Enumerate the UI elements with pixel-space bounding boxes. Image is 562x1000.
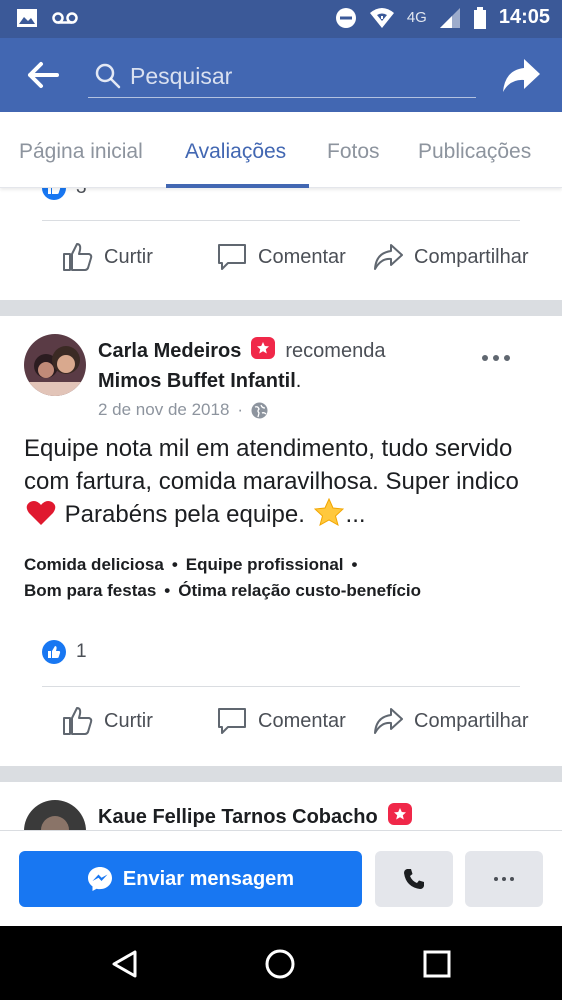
like-reaction-icon <box>42 640 66 664</box>
call-button[interactable] <box>375 851 453 907</box>
post-meta: 2 de nov de 2018 · <box>98 400 268 420</box>
share-button[interactable]: Compartilhar <box>372 706 528 736</box>
tab-home[interactable]: Página inicial <box>19 140 143 164</box>
review-header: Carla Medeiros recomenda <box>98 336 386 363</box>
avatar[interactable] <box>24 334 86 396</box>
review-text: Equipe nota mil em atendimento, tudo ser… <box>24 432 534 531</box>
tag-separator: • <box>171 555 178 574</box>
recommend-badge-icon <box>387 802 412 825</box>
comment-button[interactable]: Comentar <box>216 242 346 272</box>
globe-icon <box>251 402 268 418</box>
send-message-button[interactable]: Enviar mensagem <box>19 851 362 907</box>
like-button[interactable]: Curtir <box>62 706 153 736</box>
comment-button[interactable]: Comentar <box>216 706 346 736</box>
more-dots-icon <box>482 355 488 361</box>
star-icon <box>313 497 344 527</box>
recommends-text: recomenda <box>285 340 386 362</box>
like-label: Curtir <box>104 709 153 732</box>
comment-icon <box>218 708 246 734</box>
review-tags: Comida deliciosa • Equipe profissional • Bo… <box>24 552 544 604</box>
reaction-count: 1 <box>76 641 87 662</box>
voicemail-icon <box>52 12 78 24</box>
review-text-line2b: Parabéns pela equipe. <box>64 501 305 528</box>
status-bar: 4G 14:05 <box>0 0 562 38</box>
tag-separator: • <box>164 581 171 600</box>
tag: Bom para festas <box>24 581 157 600</box>
share-arrow-icon <box>374 708 403 734</box>
share-label: Compartilhar <box>414 245 529 268</box>
share-arrow-icon <box>374 244 403 270</box>
dnd-icon <box>335 7 356 28</box>
author-name[interactable]: Kaue Fellipe Tarnos Cobacho <box>98 806 378 829</box>
tag-row: Comida deliciosa • Equipe profissional • <box>24 552 544 578</box>
nav-recents-button[interactable] <box>421 948 453 980</box>
back-button[interactable] <box>26 60 60 90</box>
page-suffix: . <box>295 370 302 392</box>
more-dots-icon <box>494 877 498 881</box>
search-input[interactable] <box>130 58 460 94</box>
review-header: Kaue Fellipe Tarnos Cobacho <box>98 802 412 829</box>
share-label: Compartilhar <box>414 709 529 732</box>
page-link[interactable]: Mimos Buffet Infantil <box>98 370 296 392</box>
see-more[interactable]: ... <box>346 501 366 528</box>
search-icon <box>95 63 121 89</box>
search-bar[interactable] <box>88 56 476 98</box>
page-tabs: Página inicial Avaliações Fotos Publicaç… <box>0 112 562 188</box>
app-bar <box>0 38 562 112</box>
nav-home-icon <box>265 949 295 979</box>
nav-recents-icon <box>423 950 451 978</box>
phone-icon <box>404 869 424 889</box>
nav-back-icon <box>112 950 137 978</box>
thumbs-up-icon <box>63 243 93 271</box>
share-icon <box>503 59 540 92</box>
wifi-icon <box>369 7 394 28</box>
system-nav-bar <box>0 926 562 1000</box>
messenger-icon <box>87 867 112 891</box>
red-heart-icon <box>26 501 56 525</box>
tag: Ótima relação custo-benefício <box>178 581 422 600</box>
more-options-button[interactable] <box>482 352 510 364</box>
divider <box>42 686 520 687</box>
review-card: Carla Medeiros recomenda Mimos Buffet In… <box>0 316 562 766</box>
tag-row: Bom para festas • Ótima relação custo-bene… <box>24 578 544 604</box>
thumbs-up-icon <box>63 707 93 735</box>
tag: Comida deliciosa <box>24 555 164 574</box>
comment-icon <box>218 244 246 270</box>
review-text-line2a: Super indico <box>385 468 519 495</box>
share-button[interactable]: Compartilhar <box>372 242 528 272</box>
like-button[interactable]: Curtir <box>62 242 153 272</box>
nav-home-button[interactable] <box>264 948 296 980</box>
tab-photos[interactable]: Fotos <box>327 140 380 164</box>
recommend-badge-icon <box>251 336 276 359</box>
comment-label: Comentar <box>258 709 346 732</box>
action-bar: Enviar mensagem <box>0 830 562 926</box>
share-page-button[interactable] <box>500 56 542 94</box>
reviewed-page: Mimos Buffet Infantil. <box>98 370 301 393</box>
post-date[interactable]: 2 de nov de 2018 <box>98 400 229 420</box>
active-tab-indicator <box>166 184 309 188</box>
network-type: 4G <box>406 9 427 26</box>
divider <box>42 220 520 221</box>
more-actions-button[interactable] <box>465 851 543 907</box>
reaction-summary[interactable]: 1 <box>42 640 87 664</box>
signal-icon <box>439 7 460 28</box>
author-name[interactable]: Carla Medeiros <box>98 340 241 363</box>
image-icon <box>17 9 37 27</box>
battery-icon <box>473 6 486 29</box>
tag-separator: • <box>351 555 358 574</box>
clock: 14:05 <box>498 6 550 28</box>
meta-separator: · <box>237 400 244 419</box>
tab-posts[interactable]: Publicações <box>418 140 531 164</box>
back-arrow-icon <box>28 62 59 88</box>
send-message-label: Enviar mensagem <box>122 867 295 890</box>
like-label: Curtir <box>104 245 153 268</box>
tab-reviews[interactable]: Avaliações <box>185 140 286 164</box>
tag: Equipe profissional <box>185 555 344 574</box>
comment-label: Comentar <box>258 245 346 268</box>
nav-back-button[interactable] <box>110 948 142 980</box>
previous-post-card: 3 Curtir Comentar Compartilhar <box>0 176 562 300</box>
